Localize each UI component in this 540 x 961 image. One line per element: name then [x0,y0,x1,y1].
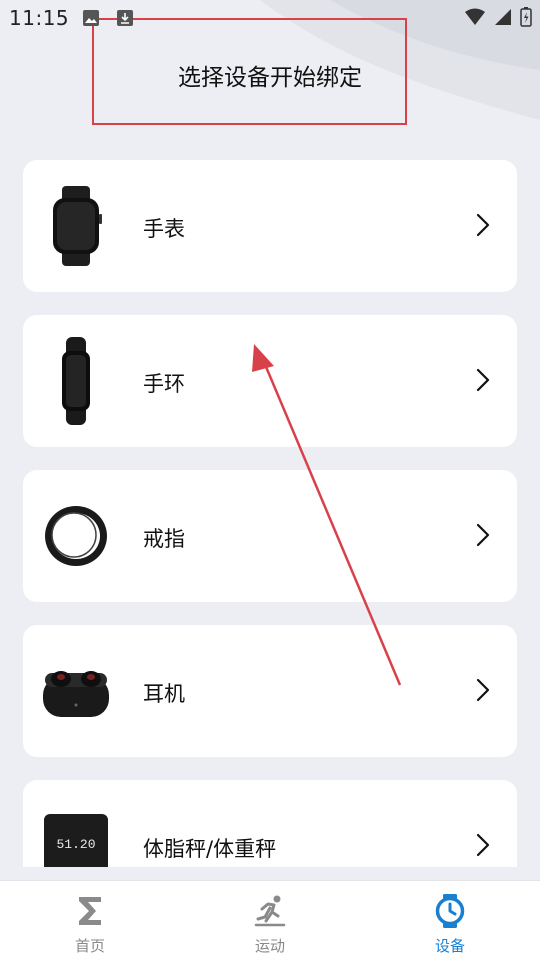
device-label-scale: 体脂秤/体重秤 [143,837,277,861]
tab-devices-label: 设备 [434,937,465,955]
watch-icon [41,182,111,270]
device-label-ring: 戒指 [143,527,185,551]
chevron-right-icon [476,523,490,547]
status-time: 11:15 [9,6,70,30]
tab-sports-label: 运动 [254,937,285,955]
system-status-icons [464,7,532,27]
device-label-band: 手环 [143,372,185,396]
notification-icons [82,9,134,27]
chevron-right-icon [476,213,490,237]
running-icon [254,895,286,927]
tab-sports[interactable]: 运动 [180,881,360,961]
download-notification-icon [117,10,133,26]
image-notification-icon [83,10,99,26]
device-card-earbuds[interactable]: 耳机 [23,625,517,757]
ring-icon [41,492,111,580]
scale-reading: 51.20 [56,837,95,852]
device-label-earbuds: 耳机 [143,682,185,706]
device-label-watch: 手表 [143,217,185,241]
band-icon [41,337,111,425]
tab-home[interactable]: 首页 [0,881,180,961]
device-card-scale[interactable]: 51.20 体脂秤/体重秤 [23,780,517,867]
tab-home-label: 首页 [74,937,105,955]
chevron-right-icon [476,678,490,702]
watch-icon [435,894,465,928]
device-card-band[interactable]: 手环 [23,315,517,447]
wifi-icon [465,8,485,25]
earbuds-icon [41,647,111,735]
sigma-icon [79,897,101,925]
chevron-right-icon [476,368,490,392]
scale-icon: 51.20 [41,794,111,867]
device-card-ring[interactable]: 戒指 [23,470,517,602]
bottom-tab-bar: 首页 运动 设备 [0,880,540,961]
battery-icon [520,7,532,27]
device-list[interactable]: 手表 手环 戒指 耳机 51.20 体脂秤/体重秤 [23,160,517,867]
tab-devices[interactable]: 设备 [360,881,540,961]
status-bar: 11:15 [0,0,540,36]
chevron-right-icon [476,833,490,857]
signal-icon [495,9,511,25]
device-card-watch[interactable]: 手表 [23,160,517,292]
